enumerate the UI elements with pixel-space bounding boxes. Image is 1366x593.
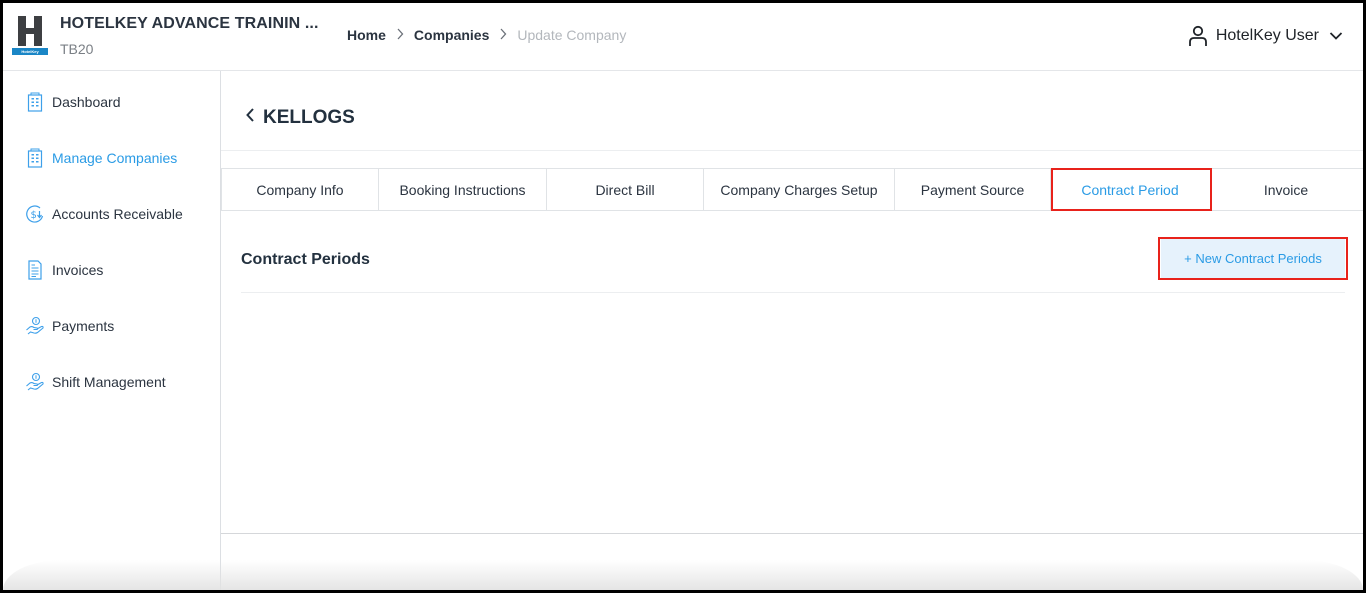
document-icon [25,260,45,280]
organization-title: HOTELKEY ADVANCE TRAININ ... [60,15,319,32]
company-name: KELLOGS [263,107,355,128]
breadcrumb-separator-icon [396,28,404,43]
tab-payment-source[interactable]: Payment Source [895,169,1051,210]
app-window: HotelKey HOTELKEY ADVANCE TRAININ ... TB… [3,3,1363,590]
top-header: HotelKey HOTELKEY ADVANCE TRAININ ... TB… [3,3,1363,71]
divider [221,150,1363,151]
chevron-left-icon[interactable] [245,107,255,129]
tab-company-charges-setup[interactable]: Company Charges Setup [704,169,895,210]
main-content: KELLOGS Company Info Booking Instruction… [221,71,1363,590]
user-icon [1188,25,1208,47]
sidebar-item-invoices[interactable]: Invoices [25,260,103,280]
organization-code: TB20 [60,41,94,57]
sidebar-item-label: Dashboard [52,94,121,110]
breadcrumb-companies[interactable]: Companies [414,27,489,43]
tab-company-info[interactable]: Company Info [222,169,379,210]
sidebar-item-manage-companies[interactable]: Manage Companies [25,148,177,168]
tab-invoice[interactable]: Invoice [1209,169,1363,210]
user-menu[interactable]: HotelKey User [1188,25,1343,47]
logo-brand-label: HotelKey [12,48,48,55]
logo-letter-icon [18,16,42,46]
sidebar-item-label: Shift Management [52,374,166,390]
section-title: Contract Periods [241,251,370,268]
sidebar-item-payments[interactable]: Payments [25,316,114,336]
divider [241,292,1345,293]
breadcrumb-home[interactable]: Home [347,27,386,43]
sidebar-item-label: Accounts Receivable [52,206,183,222]
sidebar-item-shift-management[interactable]: Shift Management [25,372,166,392]
sidebar-item-label: Manage Companies [52,150,178,166]
hand-coin-icon [25,372,45,392]
breadcrumb-update-company: Update Company [517,27,627,43]
divider [221,533,1363,534]
chevron-down-icon[interactable] [1329,31,1343,41]
sidebar-item-dashboard[interactable]: Dashboard [25,92,121,112]
svg-text:$: $ [31,210,37,221]
tab-contract-period[interactable]: Contract Period [1051,169,1209,210]
hand-coin-icon [25,316,45,336]
tab-direct-bill[interactable]: Direct Bill [547,169,704,210]
new-contract-periods-button[interactable]: + New Contract Periods [1161,239,1345,278]
tab-booking-instructions[interactable]: Booking Instructions [379,169,547,210]
sidebar-item-accounts-receivable[interactable]: $ Accounts Receivable [25,204,183,224]
hotelkey-logo[interactable]: HotelKey [12,16,48,56]
sidebar-item-label: Invoices [52,262,104,278]
company-tabs: Company Info Booking Instructions Direct… [221,168,1363,211]
building-icon [25,92,45,112]
breadcrumb-separator-icon [499,28,507,43]
building-icon [25,148,45,168]
sidebar-nav: Dashboard Manage Companies $ Accounts Re… [3,71,221,590]
dollar-receive-icon: $ [25,204,45,224]
page-title[interactable]: KELLOGS [245,107,355,129]
breadcrumb: Home Companies Update Company [347,27,626,43]
sidebar-item-label: Payments [52,318,115,334]
user-name: HotelKey User [1215,27,1319,44]
